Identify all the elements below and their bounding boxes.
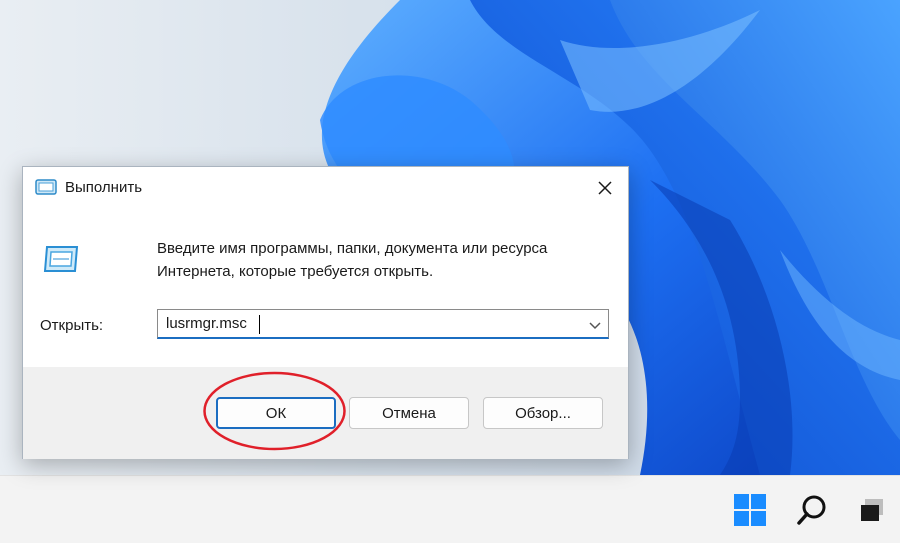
command-value: lusrmgr.msc: [166, 315, 247, 332]
taskbar-search-button[interactable]: [792, 490, 832, 530]
command-input[interactable]: lusrmgr.msc: [157, 309, 609, 339]
instructions-line-2: Интернета, которые требуется открыть.: [157, 263, 434, 280]
task-view-button[interactable]: [852, 490, 892, 530]
instructions-text: Введите имя программы, папки, документа …: [157, 237, 617, 283]
browse-button[interactable]: Обзор...: [483, 397, 603, 429]
ok-button[interactable]: ОК: [216, 397, 336, 429]
cancel-button[interactable]: Отмена: [349, 397, 469, 429]
chevron-down-icon[interactable]: [588, 318, 602, 336]
run-icon: [41, 245, 81, 280]
windows-start-icon: [734, 494, 766, 526]
search-icon: [797, 495, 826, 525]
taskbar: [0, 475, 900, 543]
task-view-icon: [861, 499, 883, 521]
instructions-line-1: Введите имя программы, папки, документа …: [157, 240, 548, 257]
dialog-content: Введите имя программы, папки, документа …: [23, 209, 628, 367]
start-button[interactable]: [730, 490, 770, 530]
text-caret: [259, 315, 260, 334]
open-label: Открыть:: [40, 317, 104, 334]
dialog-title: Выполнить: [65, 179, 143, 196]
button-bar: ОК Отмена Обзор...: [23, 367, 628, 459]
run-dialog: Выполнить Введите имя программы, папки, …: [22, 166, 629, 459]
title-bar: Выполнить: [23, 167, 628, 209]
close-icon: [598, 181, 612, 195]
run-icon: [35, 179, 57, 200]
close-button[interactable]: [582, 167, 628, 209]
